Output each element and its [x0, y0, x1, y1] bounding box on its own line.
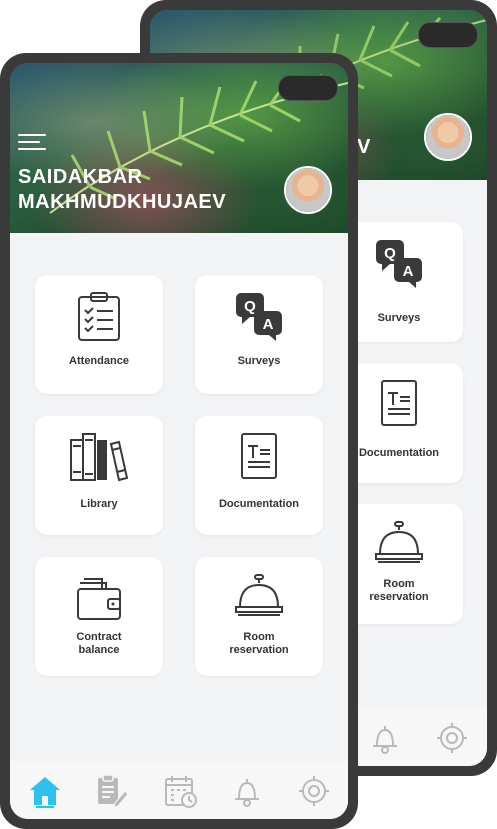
- avatar[interactable]: [284, 166, 332, 214]
- phone-front: SAIDAKBAR MAKHMUDKHUJAEV Attendance Q A: [0, 53, 358, 829]
- tile-label: Surveys: [237, 355, 281, 367]
- user-name: SAIDAKBAR MAKHMUDKHUJAEV: [18, 166, 227, 213]
- tile-library[interactable]: Library: [35, 416, 163, 535]
- tile-label: Room reservation: [229, 631, 289, 656]
- back-user-name-fragment: V: [357, 136, 371, 158]
- tile-surveys[interactable]: Q A Surveys: [195, 275, 323, 394]
- settings-icon[interactable]: [296, 773, 332, 809]
- menu-icon[interactable]: [18, 134, 46, 152]
- calendar-clock-icon[interactable]: [163, 773, 199, 809]
- clipboard-checklist-icon: [78, 292, 120, 341]
- qa-bubbles-icon: Q A: [376, 240, 422, 288]
- bell-icon[interactable]: [367, 720, 403, 756]
- clipboard-edit-icon[interactable]: [93, 773, 129, 809]
- service-bell-icon: [375, 521, 423, 563]
- svg-text:A: A: [403, 263, 414, 280]
- tile-label: Attendance: [69, 355, 129, 367]
- settings-icon[interactable]: [434, 720, 470, 756]
- home-icon[interactable]: [27, 773, 63, 809]
- tile-documentation[interactable]: Documentation: [195, 416, 323, 535]
- tile-label: Documentation: [218, 498, 300, 510]
- svg-text:Q: Q: [384, 245, 396, 262]
- avatar[interactable]: [424, 113, 472, 161]
- books-icon: [70, 433, 129, 482]
- service-bell-icon: [235, 574, 283, 616]
- tile-contract-balance[interactable]: Contract balance: [35, 557, 163, 676]
- tile-label: Library: [80, 498, 118, 510]
- svg-text:Q: Q: [244, 298, 256, 315]
- tile-label: Contract balance: [76, 631, 122, 656]
- bottom-nav: [10, 761, 348, 819]
- wallet-icon: [77, 578, 121, 620]
- qa-bubbles-icon: Q A: [236, 293, 282, 341]
- tile-room-reservation[interactable]: Room reservation: [195, 557, 323, 676]
- tile-attendance[interactable]: Attendance: [35, 275, 163, 394]
- bell-icon[interactable]: [229, 773, 265, 809]
- document-icon: [241, 433, 277, 479]
- camera-notch: [278, 75, 338, 101]
- camera-notch: [418, 22, 478, 48]
- document-icon: [381, 380, 417, 426]
- svg-text:A: A: [263, 316, 274, 333]
- front-screen: SAIDAKBAR MAKHMUDKHUJAEV Attendance Q A: [10, 63, 348, 819]
